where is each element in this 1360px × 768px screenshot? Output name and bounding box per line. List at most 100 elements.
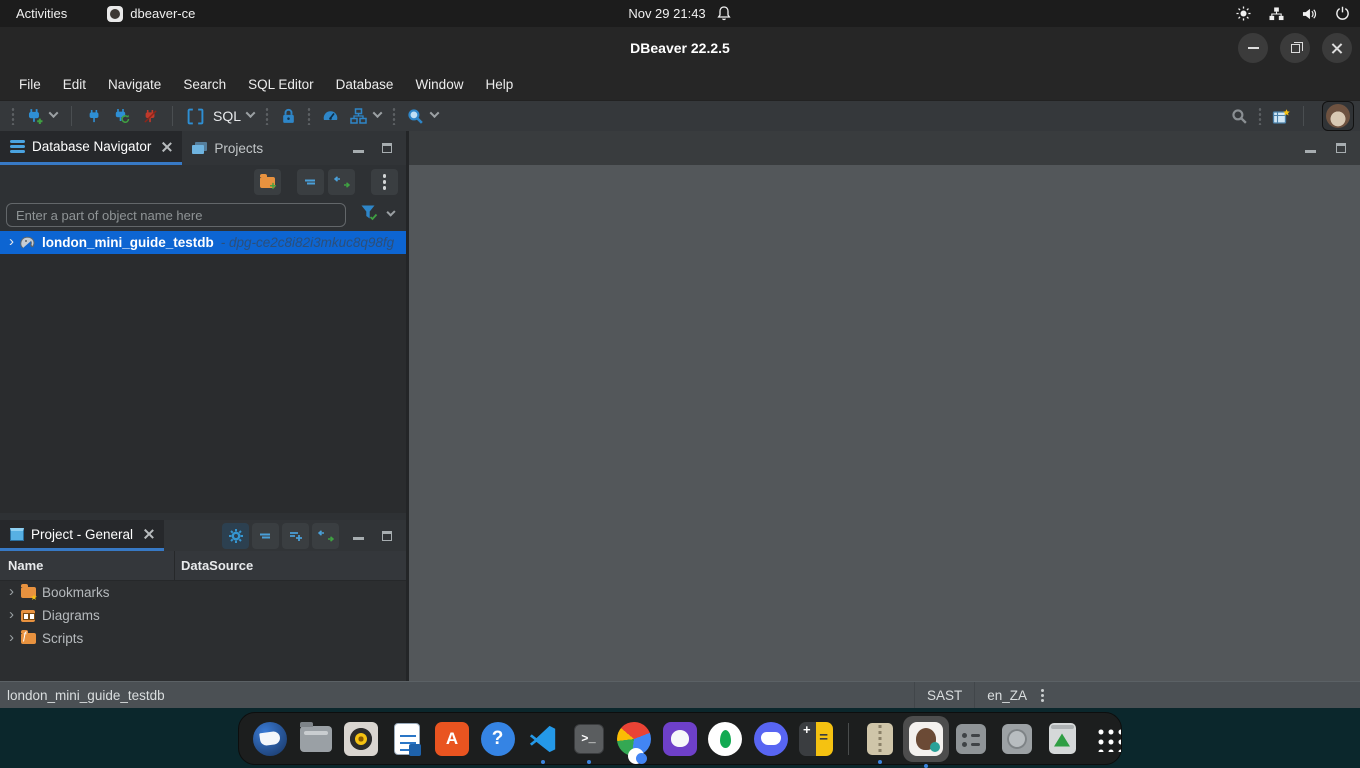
collapse-all-button[interactable] [297,169,324,195]
menu-edit[interactable]: Edit [52,68,97,100]
maximize-pane-icon[interactable] [1336,143,1346,153]
menu-navigate[interactable]: Navigate [97,68,172,100]
menu-search[interactable]: Search [172,68,237,100]
quick-search-icon[interactable] [1227,104,1251,128]
disconnect-button[interactable] [138,104,162,128]
network-icon[interactable] [1268,6,1284,22]
focused-app-indicator[interactable]: dbeaver-ce [107,6,195,22]
expand-chevron-icon[interactable]: › [9,629,14,646]
minimize-pane-icon[interactable] [1305,150,1316,153]
dock-icon-dbeaver[interactable] [909,722,943,756]
window-close-button[interactable] [1322,33,1352,63]
dock-icon-discord[interactable] [754,722,788,756]
dashboard-gauge-button[interactable] [318,104,342,128]
close-tab-icon[interactable] [144,529,154,539]
dock-icon-vscode[interactable] [526,722,560,756]
er-diagram-button[interactable] [346,104,370,128]
dock-icon-calculator[interactable] [799,722,833,756]
toolbar-drag-handle[interactable] [265,107,269,125]
toolbar-drag-handle[interactable] [11,107,15,125]
sql-editor-chevron-icon[interactable] [246,108,256,118]
toolbar-drag-handle[interactable] [1258,107,1262,125]
user-profile-button[interactable] [1322,101,1354,131]
expand-chevron-icon[interactable]: › [9,583,14,600]
tab-project-general[interactable]: Project - General [0,520,164,551]
menu-file[interactable]: File [8,68,52,100]
configure-button[interactable] [222,523,249,549]
power-icon[interactable] [1334,6,1350,22]
dock-icon-libreoffice-writer[interactable] [390,722,424,756]
dock-icon-github-desktop[interactable] [663,722,697,756]
search-chevron-icon[interactable] [430,108,440,118]
dock-icon-app-grid[interactable] [1091,722,1125,756]
search-metadata-button[interactable] [403,104,427,128]
dock-icon-files[interactable] [299,722,333,756]
sql-editor-label[interactable]: SQL [213,108,241,124]
link-with-editor-button[interactable] [328,169,355,195]
maximize-pane-icon[interactable] [382,143,392,153]
activities-button[interactable]: Activities [0,6,83,21]
dock-icon-disks[interactable] [1000,722,1034,756]
row-label: Bookmarks [42,585,110,600]
toolbar-drag-handle[interactable] [307,107,311,125]
dock-icon-rhythmbox[interactable] [344,722,378,756]
column-header-name[interactable]: Name [0,551,175,580]
horizontal-splitter[interactable] [0,513,406,520]
connect-button[interactable] [82,104,106,128]
auto-commit-lock-button[interactable] [276,104,300,128]
reconnect-button[interactable] [110,104,134,128]
expand-chevron-icon[interactable]: › [9,606,14,623]
filter-chevron-icon[interactable] [386,207,395,216]
tab-database-navigator[interactable]: Database Navigator [0,131,182,165]
tree-row-connection[interactable]: › london_mini_guide_testdb - dpg-ce2c8i8… [0,231,406,254]
menu-help[interactable]: Help [474,68,524,100]
close-tab-icon[interactable] [162,142,172,152]
new-connection-chevron-icon[interactable] [49,108,59,118]
dock-icon-chrome[interactable] [617,722,651,756]
tab-projects[interactable]: Projects [182,131,273,165]
dock-icon-archive-manager[interactable] [863,722,897,756]
brightness-icon[interactable] [1235,6,1251,22]
new-window-button[interactable] [1269,104,1293,128]
menu-window[interactable]: Window [404,68,474,100]
link-with-editor-button[interactable] [312,523,339,549]
files-icon [300,726,332,752]
view-menu-button[interactable] [371,169,398,195]
dock-icon-mongodb-compass[interactable] [708,722,742,756]
new-connection-button[interactable] [22,104,46,128]
status-kebab-menu-icon[interactable] [1041,689,1044,702]
terminal-icon [574,724,604,754]
er-diagram-chevron-icon[interactable] [373,108,383,118]
maximize-pane-icon[interactable] [382,531,392,541]
minimize-pane-icon[interactable] [353,537,364,540]
filter-funnel-icon[interactable] [360,204,378,226]
object-filter-input[interactable] [6,203,346,227]
toolbar-drag-handle[interactable] [392,107,396,125]
dock-icon-terminal[interactable] [572,722,606,756]
dock-icon-trash[interactable] [1045,722,1079,756]
window-minimize-button[interactable] [1238,33,1268,63]
dock-icon-dconf-editor[interactable] [954,722,988,756]
tree-row-diagrams[interactable]: › Diagrams [0,604,406,627]
empty-editor-surface[interactable] [409,165,1360,681]
minimize-pane-icon[interactable] [353,150,364,153]
tree-row-scripts[interactable]: › Scripts [0,627,406,650]
dock-icon-help[interactable] [481,722,515,756]
volume-icon[interactable] [1301,6,1317,22]
expand-all-button[interactable] [282,523,309,549]
column-header-datasource[interactable]: DataSource [175,558,253,573]
menu-sql-editor[interactable]: SQL Editor [237,68,325,100]
new-sql-editor-button[interactable] [183,104,207,128]
dock-icon-ubuntu-software[interactable] [435,722,469,756]
collapse-all-button[interactable] [252,523,279,549]
window-maximize-button[interactable] [1280,33,1310,63]
status-locale[interactable]: en_ZA [975,688,1039,703]
menu-database[interactable]: Database [325,68,405,100]
clock[interactable]: Nov 29 21:43 [628,6,705,21]
tree-row-bookmarks[interactable]: › Bookmarks [0,581,406,604]
status-timezone[interactable]: SAST [915,688,974,703]
bell-icon[interactable] [716,6,732,22]
new-folder-button[interactable]: + [254,169,281,195]
dock-icon-thunderbird[interactable] [253,722,287,756]
expand-chevron-icon[interactable]: › [9,233,14,250]
